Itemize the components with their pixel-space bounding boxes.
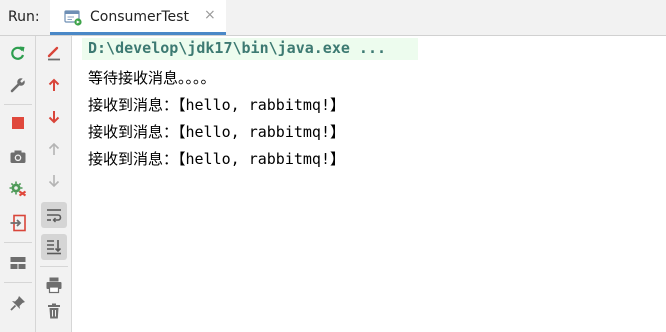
- pin-tab-button[interactable]: [5, 290, 31, 316]
- dump-threads-button[interactable]: [5, 144, 31, 170]
- print-icon: [45, 276, 63, 294]
- edit-configuration-button[interactable]: [5, 72, 31, 98]
- toolbar-separator: [40, 266, 68, 267]
- wrench-icon: [9, 76, 27, 94]
- up-stack-frame-button[interactable]: [41, 136, 67, 162]
- rerun-icon: [9, 44, 27, 62]
- arrow-down-gray-icon: [46, 173, 62, 189]
- console-line: 接收到消息：【hello, rabbitmq!】: [88, 148, 345, 169]
- arrow-up-gray-icon: [46, 141, 62, 157]
- run-label: Run:: [8, 9, 40, 25]
- stop-button[interactable]: [5, 110, 31, 136]
- toolbar-separator: [4, 242, 32, 243]
- clear-console-button[interactable]: [41, 40, 67, 66]
- tab-consumer-test[interactable]: ConsumerTest ×: [50, 0, 226, 35]
- scroll-to-end-icon: [45, 238, 63, 256]
- next-occurrence-button[interactable]: [41, 104, 67, 130]
- console-line: 等待接收消息。。。。: [88, 67, 216, 88]
- pin-icon: [9, 294, 27, 312]
- toolbar-separator: [4, 282, 32, 283]
- delete-button[interactable]: [41, 298, 67, 324]
- camera-icon: [9, 148, 27, 166]
- previous-occurrence-button[interactable]: [41, 72, 67, 98]
- left-toolbar: [0, 36, 36, 332]
- debug-cog-icon: [9, 180, 27, 198]
- exit-button[interactable]: [5, 210, 31, 236]
- down-stack-frame-button[interactable]: [41, 168, 67, 194]
- tab-label: ConsumerTest: [90, 9, 189, 25]
- console-command-line: D:\develop\jdk17\bin\java.exe ...: [88, 39, 387, 57]
- console-line: 接收到消息：【hello, rabbitmq!】: [88, 94, 345, 115]
- arrow-down-red-icon: [46, 109, 62, 125]
- soft-wrap-icon: [45, 206, 63, 224]
- close-icon[interactable]: ×: [204, 7, 216, 23]
- layout-button[interactable]: [5, 250, 31, 276]
- exit-icon: [9, 214, 27, 232]
- trash-icon: [45, 302, 63, 320]
- run-tool-window-header: Run: ConsumerTest ×: [0, 0, 666, 36]
- arrow-up-red-icon: [46, 77, 62, 93]
- console-line: 接收到消息：【hello, rabbitmq!】: [88, 121, 345, 142]
- stop-icon: [10, 115, 26, 131]
- console-line-text: 接收到消息：【hello, rabbitmq!】: [88, 150, 345, 168]
- console-line-text: 等待接收消息。。。。: [88, 69, 216, 87]
- print-button[interactable]: [41, 272, 67, 298]
- scroll-to-end-button[interactable]: [41, 234, 67, 260]
- console-toolbar: [36, 36, 72, 332]
- run-config-icon: [64, 8, 82, 26]
- debug-settings-button[interactable]: [5, 176, 31, 202]
- toolbar-separator: [4, 104, 32, 105]
- console-output[interactable]: D:\develop\jdk17\bin\java.exe ... 等待接收消息…: [72, 36, 666, 332]
- console-line-text: 接收到消息：【hello, rabbitmq!】: [88, 123, 345, 141]
- layout-icon: [9, 254, 27, 272]
- console-line-text: 接收到消息：【hello, rabbitmq!】: [88, 96, 345, 114]
- tab-active-indicator: [50, 32, 226, 35]
- clear-console-icon: [45, 44, 63, 62]
- rerun-button[interactable]: [5, 40, 31, 66]
- soft-wrap-button[interactable]: [41, 202, 67, 228]
